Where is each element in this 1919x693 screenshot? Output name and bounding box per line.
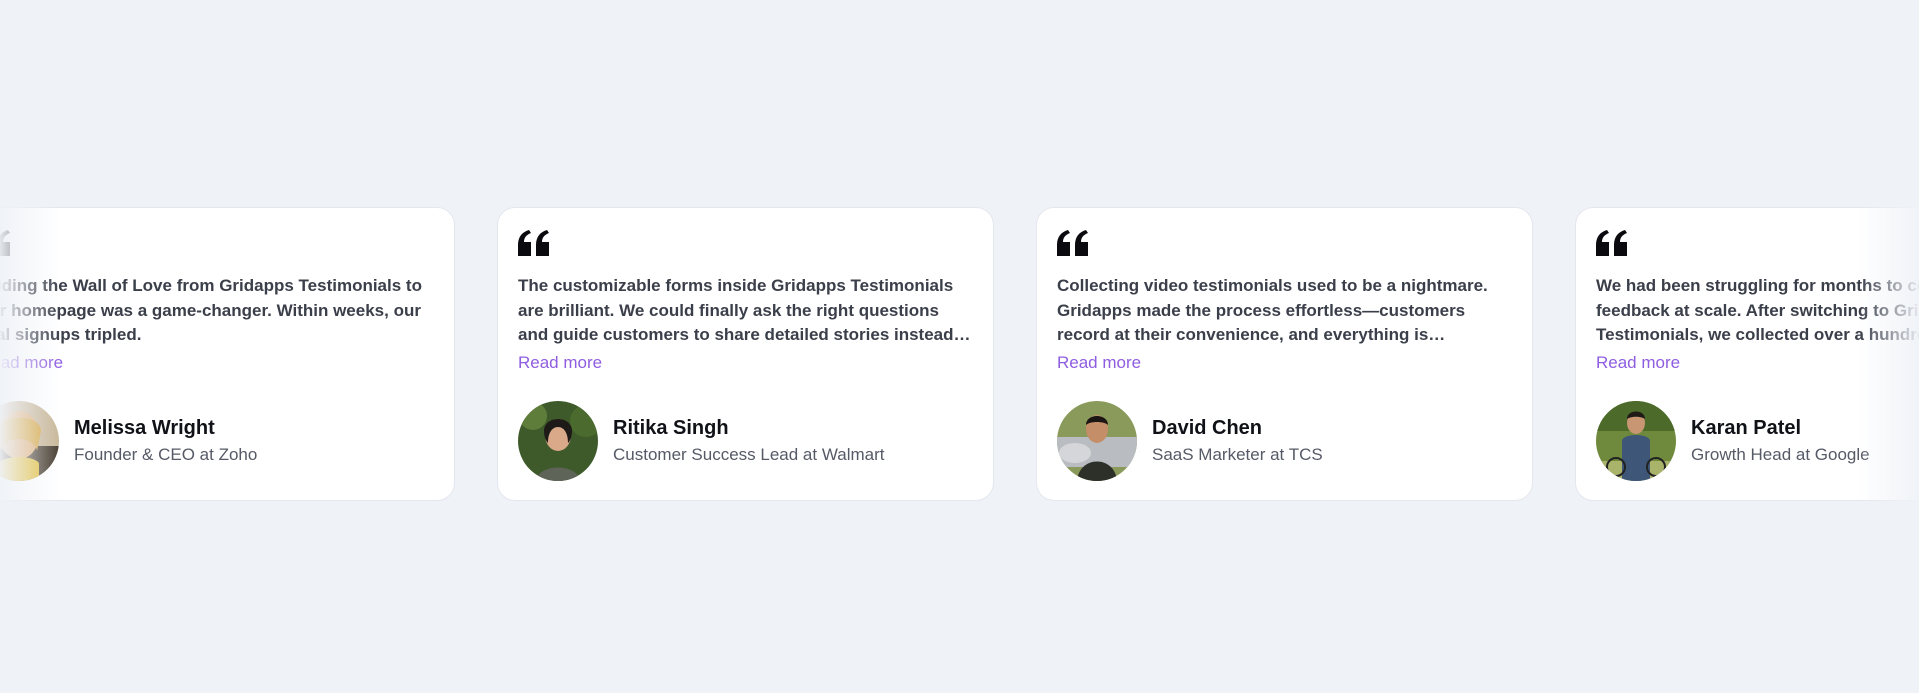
testimonial-card: We had been struggling for months to col… <box>1575 207 1919 501</box>
testimonial-quote: We had been struggling for months to col… <box>1596 276 1919 344</box>
avatar <box>0 401 59 481</box>
author-name: Karan Patel <box>1691 417 1802 439</box>
author-name: Melissa Wright <box>74 417 215 439</box>
quote-icon <box>0 230 434 258</box>
testimonial-quote: Collecting video testimonials used to be… <box>1057 276 1488 344</box>
avatar <box>518 401 598 481</box>
testimonials-track: Adding the Wall of Love from Gridapps Te… <box>0 207 1919 501</box>
testimonial-author: Karan Patel Growth Head at Google <box>1596 401 1870 481</box>
author-role: SaaS Marketer at TCS <box>1152 445 1323 464</box>
author-role: Customer Success Lead at Walmart <box>613 445 885 464</box>
read-more-link[interactable]: Read more <box>1596 353 1680 373</box>
author-role: Growth Head at Google <box>1691 445 1870 464</box>
testimonial-author: Melissa Wright Founder & CEO at Zoho <box>0 401 257 481</box>
testimonials-carousel[interactable]: Adding the Wall of Love from Gridapps Te… <box>0 186 1919 524</box>
testimonial-author: David Chen SaaS Marketer at TCS <box>1057 401 1323 481</box>
quote-icon <box>518 230 973 258</box>
author-name: David Chen <box>1152 417 1263 439</box>
avatar <box>1057 401 1137 481</box>
author-name: Ritika Singh <box>613 417 729 439</box>
read-more-link[interactable]: Read more <box>518 353 602 373</box>
testimonial-card: The customizable forms inside Gridapps T… <box>497 207 994 501</box>
quote-icon <box>1596 230 1919 258</box>
author-role: Founder & CEO at Zoho <box>74 445 258 464</box>
testimonial-quote: Adding the Wall of Love from Gridapps Te… <box>0 276 422 344</box>
testimonial-quote: The customizable forms inside Gridapps T… <box>518 276 954 344</box>
testimonial-card: Adding the Wall of Love from Gridapps Te… <box>0 207 455 501</box>
read-more-link[interactable]: Read more <box>1057 353 1141 373</box>
testimonial-card: Collecting video testimonials used to be… <box>1036 207 1533 501</box>
read-more-link[interactable]: Read more <box>0 353 63 373</box>
avatar <box>1596 401 1676 481</box>
testimonial-author: Ritika Singh Customer Success Lead at Wa… <box>518 401 884 481</box>
quote-icon <box>1057 230 1512 258</box>
